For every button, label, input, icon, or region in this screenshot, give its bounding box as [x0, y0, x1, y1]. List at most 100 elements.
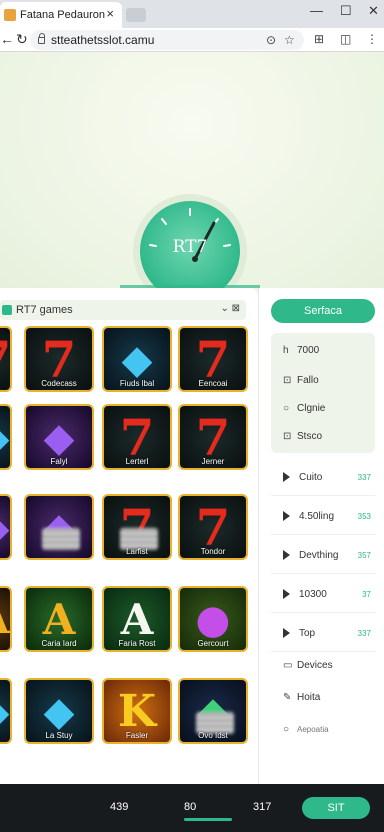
game-card[interactable]: 7 [0, 326, 12, 392]
back-arrow-icon[interactable]: ← [0, 31, 14, 47]
game-card[interactable]: ◆ [0, 678, 12, 744]
filter-item[interactable]: ⊡ Fallo [283, 375, 319, 386]
spin-button[interactable]: SIT [302, 797, 370, 819]
filter-item[interactable]: ○ Clgnie [283, 403, 325, 414]
menu-icon[interactable]: ⋮ [366, 32, 378, 46]
game-title: Faria Rost [118, 639, 156, 648]
game-title: Jerner [201, 457, 225, 466]
filter-circle-icon: ○ [283, 403, 290, 414]
category-count: 337 [357, 629, 371, 638]
link-label: Aepoatia [297, 725, 329, 734]
category-row[interactable]: Top 337 [271, 616, 375, 652]
category-label: Cuito [299, 472, 323, 483]
new-tab-button[interactable] [126, 8, 146, 22]
window-close-icon[interactable]: ✕ [368, 3, 379, 19]
game-card[interactable]: 7 Jerner [178, 404, 248, 470]
tab-close-icon[interactable]: × [106, 6, 114, 21]
extensions-icon[interactable]: ⊞ [314, 32, 324, 46]
blurred-overlay [42, 528, 80, 550]
link-label: Hoita [297, 692, 321, 703]
tab-title: Fatana Pedauron [20, 9, 106, 21]
stat-value: 439 [110, 801, 129, 813]
filter-box-icon: ⊡ [283, 431, 292, 442]
header-controls[interactable]: ⌄ ⊠ [220, 303, 240, 314]
game-title: Ovo Idst [198, 731, 228, 740]
devices-link[interactable]: ▭ Devices [283, 660, 333, 671]
address-bar: ← ↻ stteathetsslot.camu ⊙ ☆ ⊞ ◫ ⋮ [0, 28, 384, 52]
about-link[interactable]: ○ Aepoatia [283, 724, 329, 735]
lock-icon [38, 32, 45, 44]
pen-icon: ✎ [283, 692, 292, 703]
category-row[interactable]: Devthing 357 [271, 538, 375, 574]
browser-tab-bar: Fatana Pedauron × — ☐ ✕ [0, 0, 384, 28]
play-arrow-icon [283, 472, 290, 482]
category-label: 4.50ling [299, 511, 335, 522]
filter-label: Fallo [297, 375, 319, 386]
stat-indicator [184, 818, 232, 821]
category-row[interactable]: Cuito 337 [271, 460, 375, 496]
game-card[interactable]: A Faria Rost [102, 586, 172, 652]
game-title: Tondor [200, 547, 226, 556]
game-card[interactable]: 7 Tondor [178, 494, 248, 560]
games-header: RT7 games ⌄ ⊠ [0, 300, 246, 320]
play-arrow-icon [283, 628, 290, 638]
game-card[interactable]: 7 Lerterl [102, 404, 172, 470]
site-info-icon[interactable]: ⊙ [266, 33, 276, 47]
games-panel: RT7 games ⌄ ⊠ 77Codecass◆Fiuds lbal7Eenc… [0, 288, 258, 784]
sidebar-toggle-icon[interactable]: ◫ [340, 32, 351, 46]
game-card[interactable]: ◆ Fiuds lbal [102, 326, 172, 392]
filter-item[interactable]: h 7000 [283, 345, 319, 356]
category-count: 357 [357, 551, 371, 560]
filter-sidebar: Serfaca h 7000 ⊡ Fallo ○ Clgnie ⊡ Stsco Cuit… [258, 288, 384, 784]
games-list-icon [2, 305, 12, 315]
game-card[interactable]: ◆ [0, 404, 12, 470]
game-card[interactable]: A Caria Iard [24, 586, 94, 652]
games-header-title: RT7 games [16, 304, 73, 316]
filter-label: Clgnie [297, 403, 326, 414]
game-card[interactable]: ◆ Falyl [24, 404, 94, 470]
filter-box-icon: ⊡ [283, 375, 292, 386]
url-text: stteathetsslot.camu [51, 33, 155, 47]
filter-label: Stsco [297, 431, 323, 442]
url-field[interactable]: stteathetsslot.camu ⊙ ☆ [30, 30, 304, 50]
reload-icon[interactable]: ↻ [16, 31, 28, 48]
category-row[interactable]: 10300 37 [271, 577, 375, 613]
category-count: 353 [357, 512, 371, 521]
minimize-icon[interactable]: — [310, 3, 323, 18]
game-title: Fasler [125, 731, 149, 740]
category-row[interactable]: 4.50ling 353 [271, 499, 375, 535]
game-card[interactable]: ● Gercourt [178, 586, 248, 652]
game-card[interactable]: ◆ La Stuy [24, 678, 94, 744]
circle-icon: ○ [283, 724, 290, 735]
game-card[interactable]: K Fasler [102, 678, 172, 744]
hero-banner: RT7 [0, 52, 384, 308]
category-count: 337 [357, 473, 371, 482]
devices-icon: ▭ [283, 660, 293, 671]
play-arrow-icon [283, 550, 290, 560]
filter-item[interactable]: ⊡ Stsco [283, 431, 322, 442]
search-button[interactable]: Serfaca [271, 299, 375, 323]
game-card[interactable]: 7 Eencoai [178, 326, 248, 392]
game-card[interactable]: A [0, 586, 12, 652]
game-card[interactable]: ◆ [24, 494, 94, 560]
bottom-bar: 439 80 317 SIT [0, 784, 384, 832]
filter-h-icon: h [283, 345, 289, 356]
category-label: 10300 [299, 589, 327, 600]
game-card[interactable]: 7 Larfist [102, 494, 172, 560]
help-link[interactable]: ✎ Hoita [283, 692, 320, 703]
stat-value: 317 [253, 801, 272, 813]
game-card[interactable]: ◆ Ovo Idst [178, 678, 248, 744]
game-card[interactable]: 7 Codecass [24, 326, 94, 392]
maximize-icon[interactable]: ☐ [340, 3, 352, 19]
stat-value: 80 [184, 801, 197, 813]
favicon-icon [4, 9, 16, 21]
game-card[interactable]: ◆ [0, 494, 12, 560]
game-art-icon: 7 [0, 328, 10, 390]
filter-box: h 7000 ⊡ Fallo ○ Clgnie ⊡ Stsco [271, 333, 375, 453]
play-arrow-icon [283, 511, 290, 521]
game-art-icon: ◆ [0, 496, 10, 558]
browser-tab[interactable]: Fatana Pedauron × [0, 2, 122, 28]
game-art-icon: A [0, 588, 10, 650]
link-label: Devices [297, 660, 333, 671]
bookmark-star-icon[interactable]: ☆ [284, 33, 295, 47]
